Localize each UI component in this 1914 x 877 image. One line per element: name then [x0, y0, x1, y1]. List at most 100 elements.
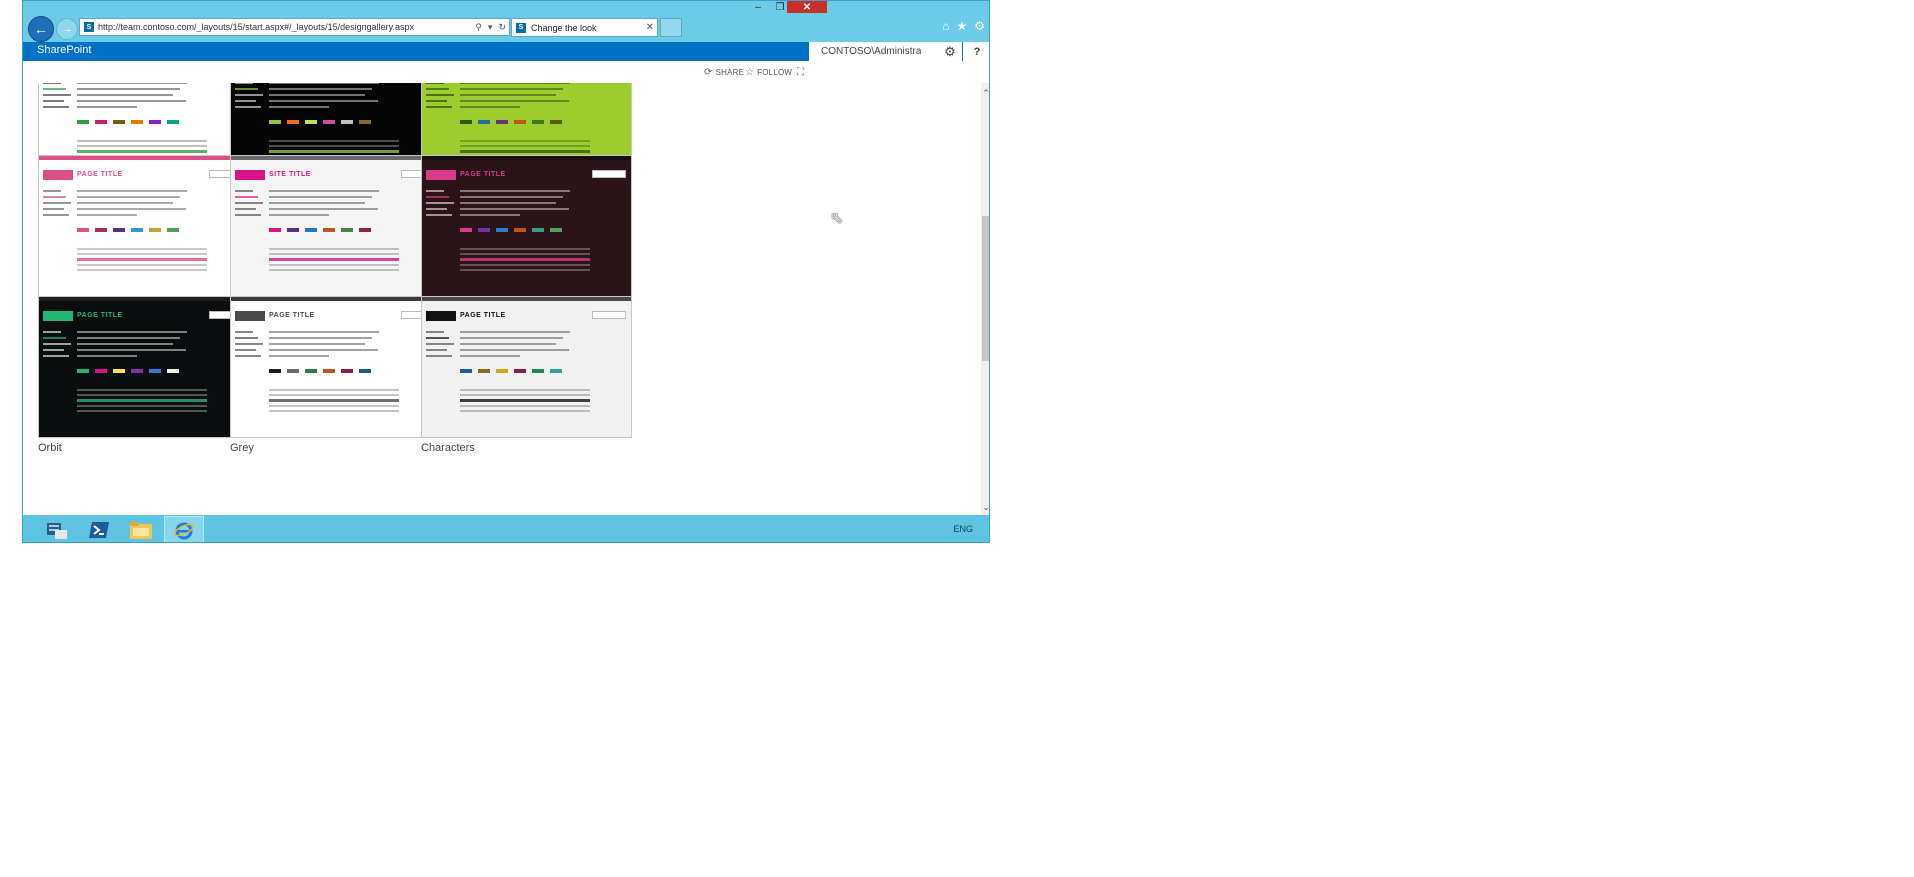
internet-explorer-icon[interactable] — [164, 516, 204, 542]
color-swatch — [341, 120, 353, 124]
design-name-characters[interactable]: Characters — [421, 442, 475, 454]
thumbnail-quick-launch — [235, 331, 267, 361]
server-manager-icon[interactable] — [37, 516, 77, 542]
forward-arrow-icon: → — [61, 23, 73, 35]
star-icon: ☆ — [745, 67, 755, 78]
thumbnail-site-logo — [43, 170, 73, 180]
design-thumbnail-orbit[interactable]: PAGE TITLE — [38, 296, 249, 438]
sharepoint-tab-icon: S — [516, 22, 526, 33]
color-swatch — [131, 369, 143, 373]
thumbnail-quick-launch — [43, 83, 75, 112]
color-swatch — [269, 228, 281, 232]
color-swatch — [149, 120, 161, 124]
share-button[interactable]: ⟳ SHARE — [704, 67, 744, 78]
tools-gear-icon[interactable]: ⚙ — [974, 19, 985, 33]
thumbnail-color-swatches — [460, 120, 562, 124]
file-explorer-icon[interactable] — [121, 516, 161, 542]
sharepoint-brand[interactable]: SharePoint — [37, 44, 91, 56]
follow-label: FOLLOW — [757, 68, 793, 77]
color-swatch — [496, 228, 508, 232]
color-swatch — [359, 120, 371, 124]
color-swatch — [514, 369, 526, 373]
thumbnail-color-swatches — [269, 120, 371, 124]
color-swatch — [359, 228, 371, 232]
follow-button[interactable]: ☆ FOLLOW — [745, 67, 792, 78]
thumbnail-list-table — [77, 248, 207, 274]
home-icon[interactable]: ⌂ — [942, 19, 949, 33]
design-name-orbit[interactable]: Orbit — [38, 442, 62, 454]
thumbnail-page-title: PAGE TITLE — [77, 312, 123, 319]
share-label: SHARE — [715, 68, 745, 77]
user-menu[interactable]: CONTOSO\Administrator ▼ — [809, 42, 943, 61]
thumbnail-site-logo — [426, 170, 456, 180]
fullscreen-icon: ⛶ — [797, 67, 805, 78]
address-url[interactable]: http://team.contoso.com/_layouts/15/star… — [98, 22, 472, 32]
thumbnail-quick-launch — [426, 190, 458, 220]
help-icon[interactable]: ? — [963, 42, 989, 61]
address-bar[interactable]: S http://team.contoso.com/_layouts/15/st… — [79, 18, 510, 36]
design-thumbnail-grey[interactable]: PAGE TITLE — [230, 296, 441, 438]
color-swatch — [550, 369, 562, 373]
sharepoint-suite-bar: SharePoint CONTOSO\Administrator ▼ ⚙ ? — [23, 42, 989, 61]
thumbnail-body-text — [460, 190, 580, 220]
design-thumbnail-city[interactable]: PAGE TITLE — [421, 155, 632, 297]
back-button[interactable]: ← — [28, 16, 54, 42]
color-swatch — [95, 120, 107, 124]
design-thumbnail-blossom[interactable]: PAGE TITLE — [38, 155, 249, 297]
design-thumbnail-sketch[interactable]: SITE TITLE — [230, 155, 441, 297]
sharepoint-favicon-icon: S — [84, 22, 94, 32]
thumbnail-suite-bar — [39, 297, 248, 301]
vertical-scrollbar[interactable]: ⌃ ⌄ — [981, 83, 989, 515]
browser-window: – ❐ ✕ ← → S http://team.contoso.com/_lay… — [22, 0, 990, 543]
color-swatch — [460, 369, 472, 373]
thumbnail-search-box — [592, 170, 626, 178]
input-language[interactable]: ENG — [953, 524, 973, 534]
thumbnail-body-text — [77, 190, 197, 220]
ie-toolbar: ⌂ ★ ⚙ — [942, 19, 985, 33]
thumbnail-color-swatches — [77, 369, 179, 373]
color-swatch — [532, 228, 544, 232]
forward-button[interactable]: → — [56, 18, 78, 40]
scroll-down-icon[interactable]: ⌄ — [981, 501, 989, 513]
color-swatch — [478, 228, 490, 232]
close-window-button[interactable]: ✕ — [787, 1, 827, 13]
thumbnail-quick-launch — [235, 83, 267, 112]
scrollbar-thumb[interactable] — [982, 216, 989, 361]
thumbnail-quick-launch — [426, 331, 458, 361]
color-swatch — [167, 120, 179, 124]
scroll-up-icon[interactable]: ⌃ — [981, 87, 989, 99]
minimize-button[interactable]: – — [747, 1, 769, 13]
design-thumbnail-characters[interactable]: PAGE TITLE — [421, 296, 632, 438]
color-swatch — [305, 369, 317, 373]
thumbnail-quick-launch — [426, 83, 458, 112]
thumbnail-body-text — [77, 83, 197, 112]
focus-on-content-button[interactable]: ⛶ — [797, 67, 807, 78]
color-swatch — [113, 228, 125, 232]
tab-change-the-look[interactable]: S Change the look ✕ — [511, 18, 658, 37]
color-swatch — [287, 120, 299, 124]
favorites-star-icon[interactable]: ★ — [956, 19, 967, 33]
color-swatch — [167, 228, 179, 232]
settings-gear-icon[interactable]: ⚙ — [938, 42, 962, 61]
color-swatch — [478, 369, 490, 373]
thumbnail-page-title: PAGE TITLE — [460, 312, 506, 319]
thumbnail-body-text — [269, 190, 389, 220]
thumbnail-quick-launch — [43, 331, 75, 361]
color-swatch — [323, 369, 335, 373]
design-gallery: GreenLimeNaturePAGE TITLEBlossomSITE TIT… — [23, 83, 981, 515]
thumbnail-list-table — [460, 248, 590, 274]
close-tab-icon[interactable]: ✕ — [643, 22, 657, 33]
design-name-grey[interactable]: Grey — [230, 442, 254, 454]
thumbnail-body-text — [460, 331, 580, 361]
color-swatch — [460, 120, 472, 124]
thumbnail-suite-bar — [422, 297, 631, 301]
dropdown-icon[interactable]: ▾ — [488, 22, 493, 33]
refresh-icon[interactable]: ↻ — [498, 22, 506, 33]
powershell-icon[interactable] — [79, 516, 119, 542]
new-tab-button[interactable] — [660, 18, 682, 37]
thumbnail-site-logo — [235, 170, 265, 180]
color-swatch — [359, 369, 371, 373]
search-icon[interactable]: ⚲ — [475, 22, 482, 33]
thumbnail-site-logo — [235, 311, 265, 321]
color-swatch — [287, 369, 299, 373]
